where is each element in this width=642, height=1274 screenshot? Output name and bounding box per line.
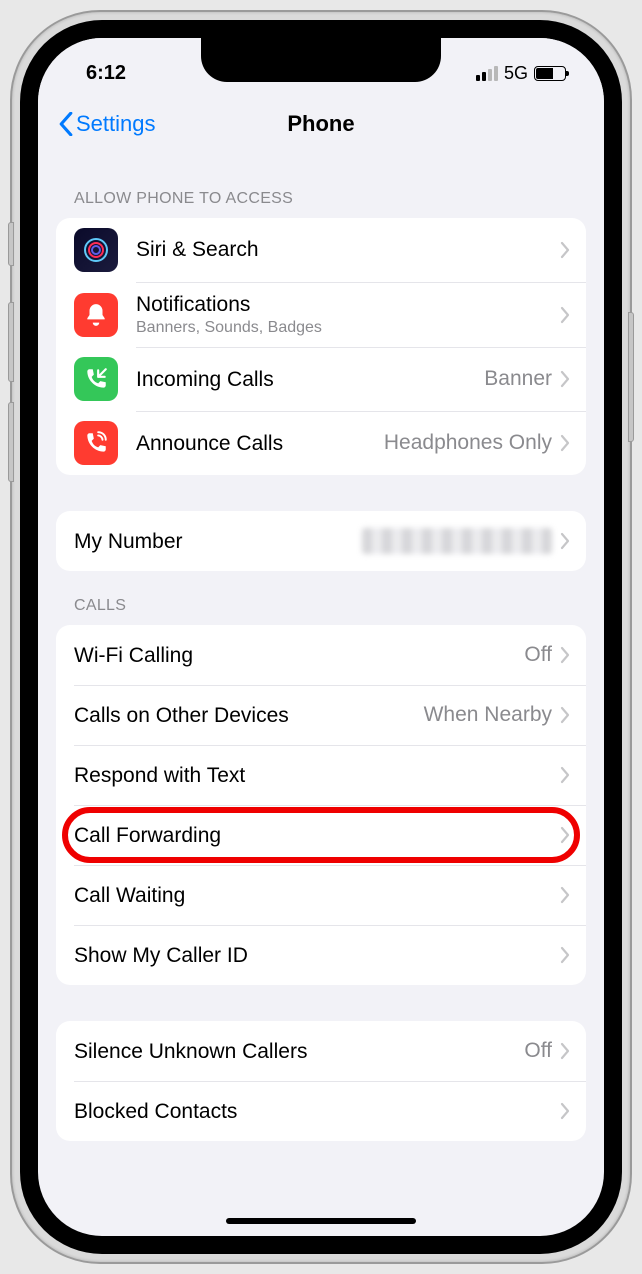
row-label: Show My Caller ID [74, 943, 560, 968]
row-siri-search[interactable]: Siri & Search [56, 218, 586, 282]
chevron-right-icon [560, 766, 570, 784]
row-my-number[interactable]: My Number [56, 511, 586, 571]
signal-icon [476, 66, 498, 81]
row-label: Announce Calls [136, 431, 384, 456]
chevron-right-icon [560, 532, 570, 550]
network-label: 5G [504, 63, 528, 84]
chevron-right-icon [560, 826, 570, 844]
row-blocked-contacts[interactable]: Blocked Contacts [56, 1081, 586, 1141]
chevron-right-icon [560, 1102, 570, 1120]
row-call-waiting[interactable]: Call Waiting [56, 865, 586, 925]
row-label: Call Waiting [74, 883, 560, 908]
row-sublabel: Banners, Sounds, Badges [136, 318, 560, 337]
row-label: Incoming Calls [136, 367, 484, 392]
row-call-forwarding[interactable]: Call Forwarding [56, 805, 586, 865]
redacted-value [362, 528, 552, 554]
bell-icon [74, 293, 118, 337]
battery-icon [534, 66, 566, 81]
row-announce-calls[interactable]: Announce Calls Headphones Only [56, 411, 586, 475]
chevron-right-icon [560, 370, 570, 388]
back-label: Settings [76, 111, 156, 137]
row-value: When Nearby [424, 703, 552, 727]
page-title: Phone [287, 111, 354, 137]
chevron-right-icon [560, 1042, 570, 1060]
phone-announce-icon [74, 421, 118, 465]
phone-incoming-icon [74, 357, 118, 401]
chevron-right-icon [560, 434, 570, 452]
row-value: Off [524, 643, 552, 667]
chevron-right-icon [560, 646, 570, 664]
chevron-right-icon [560, 886, 570, 904]
chevron-right-icon [560, 946, 570, 964]
row-label: Respond with Text [74, 763, 560, 788]
row-notifications[interactable]: Notifications Banners, Sounds, Badges [56, 282, 586, 347]
row-label: Wi-Fi Calling [74, 643, 524, 668]
nav-bar: Settings Phone [38, 94, 604, 154]
row-value: Banner [484, 367, 552, 391]
chevron-left-icon [58, 112, 74, 136]
row-calls-other-devices[interactable]: Calls on Other Devices When Nearby [56, 685, 586, 745]
row-label: Notifications [136, 292, 560, 317]
row-value: Headphones Only [384, 431, 552, 455]
chevron-right-icon [560, 306, 570, 324]
chevron-right-icon [560, 706, 570, 724]
row-label: My Number [74, 529, 362, 554]
home-indicator[interactable] [226, 1218, 416, 1224]
row-label: Blocked Contacts [74, 1099, 560, 1124]
row-label: Call Forwarding [74, 823, 560, 848]
row-show-caller-id[interactable]: Show My Caller ID [56, 925, 586, 985]
section-header-calls: CALLS [38, 571, 604, 625]
row-respond-with-text[interactable]: Respond with Text [56, 745, 586, 805]
status-time: 6:12 [86, 62, 126, 85]
section-header-access: ALLOW PHONE TO ACCESS [38, 164, 604, 218]
row-wifi-calling[interactable]: Wi-Fi Calling Off [56, 625, 586, 685]
chevron-right-icon [560, 241, 570, 259]
row-value: Off [524, 1039, 552, 1063]
row-silence-unknown[interactable]: Silence Unknown Callers Off [56, 1021, 586, 1081]
back-button[interactable]: Settings [58, 111, 156, 137]
row-label: Siri & Search [136, 237, 560, 262]
row-label: Silence Unknown Callers [74, 1039, 524, 1064]
row-incoming-calls[interactable]: Incoming Calls Banner [56, 347, 586, 411]
row-label: Calls on Other Devices [74, 703, 424, 728]
siri-icon [74, 228, 118, 272]
